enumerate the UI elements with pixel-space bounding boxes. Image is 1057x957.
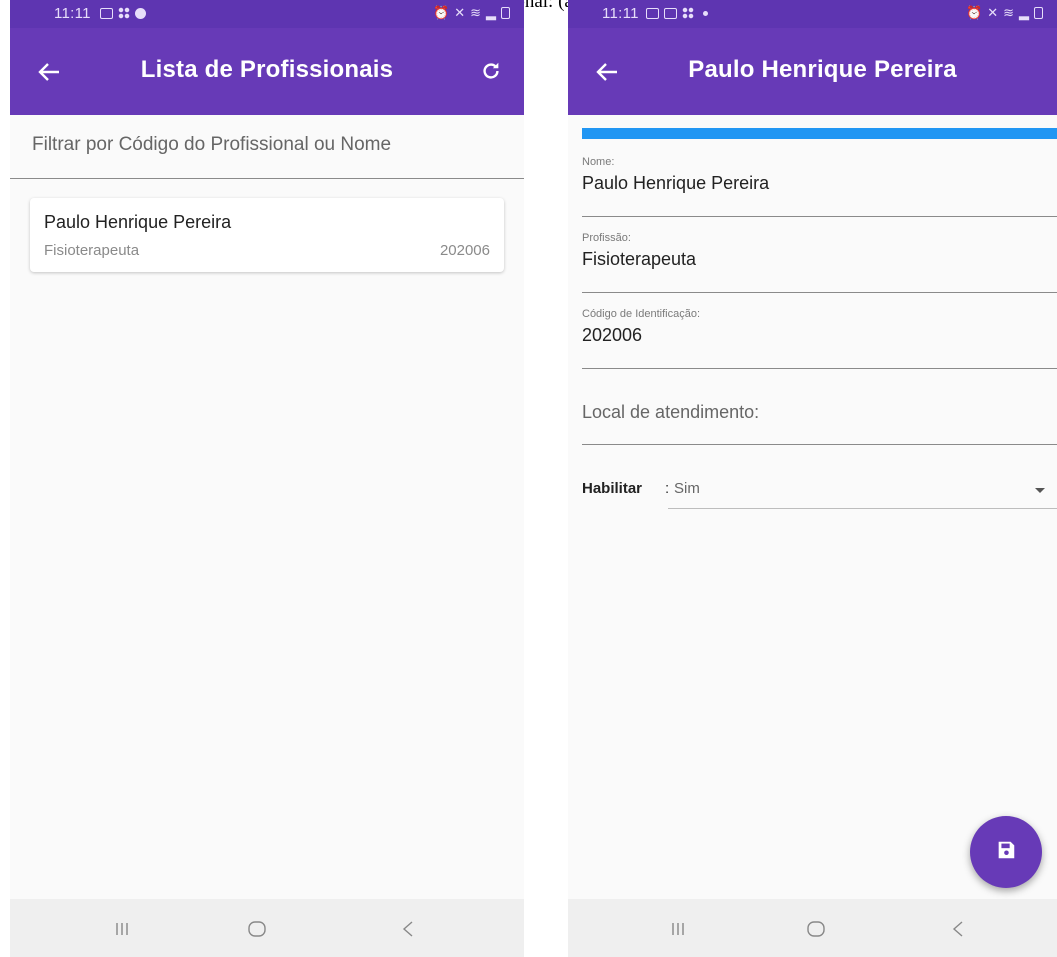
habilitar-dropdown[interactable]: : Sim xyxy=(665,470,1057,509)
habilitar-row: Habilitar : Sim xyxy=(582,470,1057,510)
status-system-icons: ⏰ ✕ ≋ ▂ xyxy=(433,5,510,20)
status-bar: 11:11 ⏰ ✕ ≋ ▂ xyxy=(10,0,524,28)
save-button[interactable] xyxy=(970,816,1042,888)
professional-profession: Fisioterapeuta xyxy=(44,242,140,259)
recent-apps-icon[interactable] xyxy=(108,915,136,943)
list-item[interactable]: Paulo Henrique Pereira Fisioterapeuta 20… xyxy=(30,198,504,272)
app-bar: Paulo Henrique Pereira xyxy=(568,28,1057,115)
profissao-label: Profissão: xyxy=(582,232,631,244)
battery-icon xyxy=(501,7,510,19)
status-system-icons: ⏰ ✕ ≋ ▂ xyxy=(966,5,1043,20)
nome-value: Paulo Henrique Pereira xyxy=(582,173,770,193)
profissao-field[interactable]: Profissão: Fisioterapeuta xyxy=(582,232,1057,293)
notification-dot-icon xyxy=(703,10,708,16)
codigo-label: Código de Identificação: xyxy=(582,308,701,320)
home-icon[interactable] xyxy=(243,915,271,943)
habilitar-value: Sim xyxy=(674,480,700,497)
wifi-icon: ≋ xyxy=(1003,5,1014,20)
status-bar: 11:11 ⏰ ✕ ≋ ▂ xyxy=(568,0,1057,28)
grid-dots-icon xyxy=(682,7,694,19)
status-time: 11:11 xyxy=(54,5,91,22)
local-atendimento-placeholder: Local de atendimento: xyxy=(582,402,760,422)
save-icon xyxy=(995,839,1017,866)
notification-dot-icon xyxy=(135,7,146,19)
refresh-icon[interactable] xyxy=(478,58,504,84)
nome-label: Nome: xyxy=(582,156,615,168)
app-bar: Lista de Profissionais xyxy=(10,28,524,115)
wifi-icon: ≋ xyxy=(470,5,481,20)
codigo-value: 202006 xyxy=(582,325,643,345)
back-nav-icon[interactable] xyxy=(944,915,972,943)
message-icon xyxy=(664,7,677,19)
mute-icon: ✕ xyxy=(454,5,466,20)
professional-code: 202006 xyxy=(439,242,490,259)
page-title: Paulo Henrique Pereira xyxy=(688,56,957,83)
local-atendimento-field[interactable]: Local de atendimento: xyxy=(582,384,1057,445)
battery-icon xyxy=(1034,7,1043,19)
recent-apps-icon[interactable] xyxy=(664,915,692,943)
page-title: Lista de Profissionais xyxy=(140,56,394,83)
alarm-icon: ⏰ xyxy=(433,5,450,20)
signal-icon: ▂ xyxy=(1019,5,1029,20)
android-nav-bar xyxy=(568,899,1057,957)
filter-bar xyxy=(10,115,524,179)
codigo-field[interactable]: Código de Identificação: 202006 xyxy=(582,308,1057,369)
status-notification-icons xyxy=(100,7,146,19)
status-notification-icons xyxy=(646,7,708,19)
image-icon xyxy=(646,7,659,19)
dropdown-caret-icon xyxy=(1035,488,1045,493)
grid-dots-icon xyxy=(118,7,130,19)
status-time: 11:11 xyxy=(602,5,639,22)
back-nav-icon[interactable] xyxy=(394,915,422,943)
habilitar-separator: : xyxy=(665,480,670,497)
home-icon[interactable] xyxy=(802,915,830,943)
filter-input[interactable] xyxy=(30,133,504,157)
android-nav-bar xyxy=(10,899,524,957)
progress-bar xyxy=(582,128,1057,139)
nome-field[interactable]: Nome: Paulo Henrique Pereira xyxy=(582,156,1057,217)
professional-name: Paulo Henrique Pereira xyxy=(44,212,232,232)
message-icon xyxy=(100,7,113,19)
phone-screen-detail: 11:11 ⏰ ✕ ≋ ▂ Paulo Henrique Pereira Nom… xyxy=(568,0,1057,957)
phone-screen-list: 11:11 ⏰ ✕ ≋ ▂ Lista de Profissionais Pau… xyxy=(10,0,524,957)
habilitar-label: Habilitar xyxy=(582,480,643,497)
signal-icon: ▂ xyxy=(486,5,496,20)
mute-icon: ✕ xyxy=(987,5,999,20)
alarm-icon: ⏰ xyxy=(966,5,983,20)
profissao-value: Fisioterapeuta xyxy=(582,249,697,269)
